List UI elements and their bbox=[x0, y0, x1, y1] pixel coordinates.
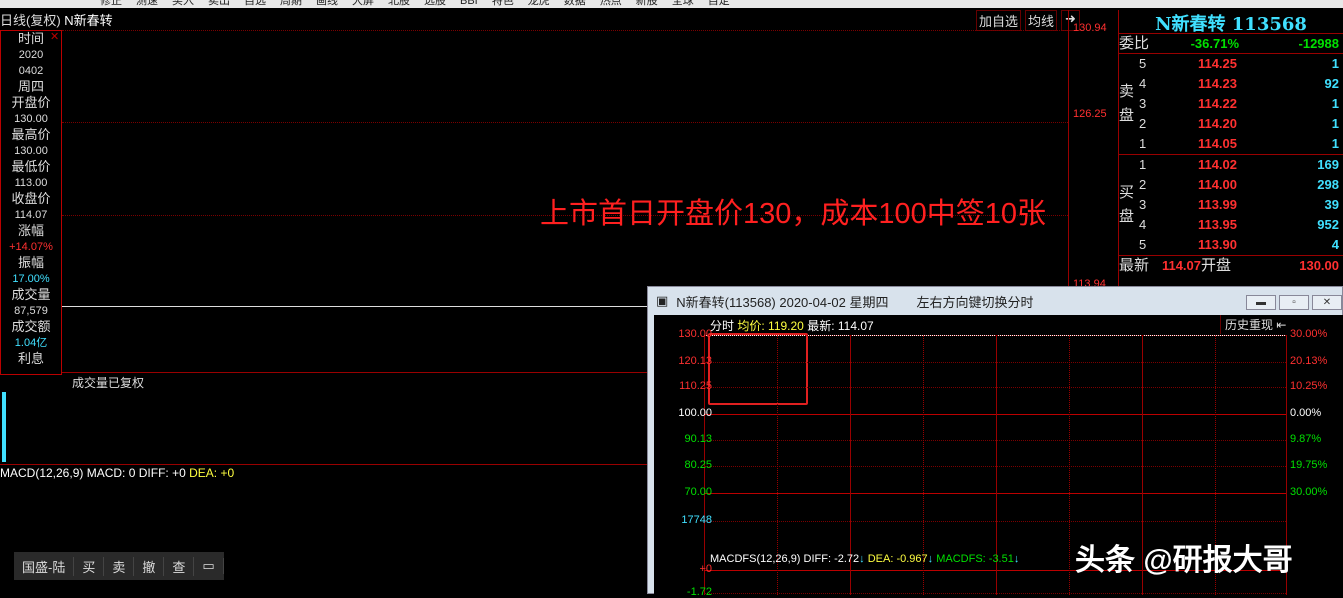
buy-level: 2114.00298 bbox=[1139, 175, 1343, 195]
sell-button[interactable]: 卖 bbox=[104, 557, 134, 576]
toolbar-item[interactable]: 周期 bbox=[280, 0, 302, 8]
left-axis-label: 90.13 bbox=[684, 433, 712, 445]
toolbar-item[interactable]: 北股 bbox=[388, 0, 410, 8]
left-axis-label: 110.25 bbox=[679, 380, 712, 392]
info-field: 87,579 bbox=[1, 303, 61, 319]
left-axis-label: 17748 bbox=[681, 514, 712, 526]
info-panel: 时间20200402周四开盘价130.00最高价130.00最低价113.00收… bbox=[0, 30, 62, 375]
buy-button[interactable]: 买 bbox=[74, 557, 104, 576]
buy-level: 3113.9939 bbox=[1139, 195, 1343, 215]
toolbar-item[interactable]: 数据 bbox=[564, 0, 586, 8]
minimize-button[interactable]: ▬ bbox=[1246, 295, 1276, 310]
info-field: 开盘价 bbox=[1, 95, 61, 111]
toolbar-item[interactable]: 测速 bbox=[136, 0, 158, 8]
cancel-button[interactable]: 撤 bbox=[134, 557, 164, 576]
right-axis-label: 10.25% bbox=[1290, 380, 1327, 392]
sell-level: 1114.051 bbox=[1139, 134, 1343, 154]
buy-level: 1114.02169 bbox=[1139, 155, 1343, 175]
toolbar-item[interactable]: 画线 bbox=[316, 0, 338, 8]
left-axis-label: 70.00 bbox=[684, 486, 712, 498]
volume-bar bbox=[2, 392, 6, 462]
window-icon[interactable]: ▭ bbox=[194, 558, 223, 574]
info-field: 0402 bbox=[1, 63, 61, 79]
toolbar-item[interactable]: 选股 bbox=[424, 0, 446, 8]
left-axis-label: 120.13 bbox=[678, 355, 712, 367]
trade-button-bar: 国盛-陆 买 卖 撤 查 ▭ bbox=[14, 552, 224, 580]
toolbar-item[interactable]: BBI bbox=[460, 0, 478, 8]
info-field: 最高价 bbox=[1, 127, 61, 143]
highlight-box bbox=[708, 333, 808, 405]
account-button[interactable]: 国盛-陆 bbox=[14, 557, 74, 576]
top-toolbar: 修正 测速 买入 卖出 自选 周期 画线 大屏 北股 选股 BBI 特色 龙虎 数据 热点 新股 全球 自定 bbox=[0, 0, 1343, 8]
info-field: 成交量 bbox=[1, 287, 61, 303]
toolbar-item[interactable]: 买入 bbox=[172, 0, 194, 8]
query-button[interactable]: 查 bbox=[164, 557, 194, 576]
info-field: 成交额 bbox=[1, 319, 61, 335]
toolbar-item[interactable]: 大屏 bbox=[352, 0, 374, 8]
volume-label: 成交量已复权 bbox=[72, 374, 144, 391]
toolbar-item[interactable]: 龙虎 bbox=[528, 0, 550, 8]
right-axis-label: 20.13% bbox=[1290, 355, 1327, 367]
info-field: 周四 bbox=[1, 79, 61, 95]
info-field: 1.04亿 bbox=[1, 335, 61, 351]
toolbar-item[interactable]: 修正 bbox=[100, 0, 122, 8]
toolbar-item[interactable]: 自定 bbox=[708, 0, 730, 8]
sell-level: 4114.2392 bbox=[1139, 74, 1343, 94]
toolbar-item[interactable]: 自选 bbox=[244, 0, 266, 8]
info-field: 130.00 bbox=[1, 143, 61, 159]
sell-level: 2114.201 bbox=[1139, 114, 1343, 134]
right-axis-label: 30.00% bbox=[1290, 486, 1327, 498]
buy-level: 4113.95952 bbox=[1139, 215, 1343, 235]
info-field: +14.07% bbox=[1, 239, 61, 255]
window-titlebar[interactable]: ▣ N新春转(113568) 2020-04-02 星期四左右方向键切换分时 bbox=[648, 287, 1342, 315]
info-field: 113.00 bbox=[1, 175, 61, 191]
sell-book: 卖盘5114.2514114.23923114.2212114.2011114.… bbox=[1119, 54, 1343, 155]
app-icon: ▣ bbox=[656, 293, 668, 309]
close-button[interactable]: ✕ bbox=[1312, 295, 1342, 310]
right-axis-label: 30.00% bbox=[1290, 328, 1327, 340]
sell-level: 3114.221 bbox=[1139, 94, 1343, 114]
maximize-button[interactable]: ▫ bbox=[1279, 295, 1309, 310]
close-icon[interactable]: ✕ bbox=[50, 30, 59, 43]
right-axis-label: 0.00% bbox=[1290, 407, 1321, 419]
toolbar-item[interactable]: 热点 bbox=[600, 0, 622, 8]
intraday-header: 分时 均价: 119.20 最新: 114.07 bbox=[710, 317, 874, 334]
quote-title: N新春转 113568 bbox=[1119, 10, 1343, 34]
macd-legend: MACD(12,26,9) MACD: 0 DIFF: +0 DEA: +0 bbox=[0, 466, 234, 480]
info-field: 130.00 bbox=[1, 111, 61, 127]
info-field: 收盘价 bbox=[1, 191, 61, 207]
sell-level: 5114.251 bbox=[1139, 54, 1343, 74]
info-field: 17.00% bbox=[1, 271, 61, 287]
left-axis-label: 100.00 bbox=[678, 407, 712, 419]
buy-book: 买盘1114.021692114.002983113.99394113.9595… bbox=[1119, 155, 1343, 256]
info-field: 最低价 bbox=[1, 159, 61, 175]
add-watchlist-button[interactable]: 加自选 bbox=[976, 10, 1021, 31]
right-axis-label: 19.75% bbox=[1290, 459, 1327, 471]
chart-title: 日线(复权) N新春转 bbox=[0, 10, 113, 29]
annotation-text: 上市首日开盘价130，成本100中签10张 bbox=[540, 190, 1046, 232]
left-axis-label: -1.72 bbox=[687, 586, 712, 598]
macdfs-legend: MACDFS(12,26,9) DIFF: -2.72↓ DEA: -0.967… bbox=[710, 553, 1019, 565]
left-axis-label: 130.00 bbox=[678, 328, 712, 340]
ma-button[interactable]: 均线 bbox=[1025, 10, 1057, 31]
watermark: 头条 @研报大哥 bbox=[1075, 535, 1293, 579]
left-axis-label: 80.25 bbox=[684, 459, 712, 471]
toolbar-item[interactable]: 全球 bbox=[672, 0, 694, 8]
info-field: 114.07 bbox=[1, 207, 61, 223]
chart-actions: 加自选 均线 ➜ bbox=[976, 10, 1080, 31]
right-axis-label: 9.87% bbox=[1290, 433, 1321, 445]
history-replay-button[interactable]: 历史重现 ⇤ bbox=[1220, 315, 1290, 334]
toolbar-item[interactable]: 新股 bbox=[636, 0, 658, 8]
info-field: 涨幅 bbox=[1, 223, 61, 239]
info-field: 振幅 bbox=[1, 255, 61, 271]
info-field: 2020 bbox=[1, 47, 61, 63]
buy-level: 5113.904 bbox=[1139, 235, 1343, 255]
info-field: 利息 bbox=[1, 351, 61, 367]
toolbar-item[interactable]: 卖出 bbox=[208, 0, 230, 8]
toolbar-item[interactable]: 特色 bbox=[492, 0, 514, 8]
